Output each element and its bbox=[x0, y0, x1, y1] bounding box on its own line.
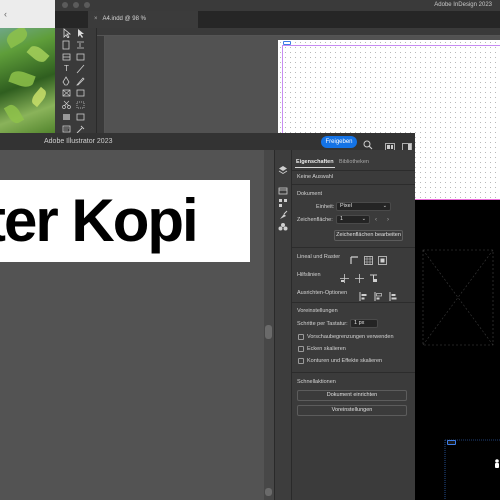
artboard-guides bbox=[422, 249, 500, 500]
rulers-grid-heading: Lineal und Raster bbox=[297, 254, 341, 260]
guides-heading: Hilfslinien bbox=[297, 272, 321, 278]
document-tab-label: A4.indd @ 98 % bbox=[102, 16, 146, 22]
search-icon[interactable] bbox=[363, 137, 373, 150]
tab-libraries[interactable]: Bibliotheken bbox=[339, 158, 369, 166]
preferences-heading: Voreinstellungen bbox=[297, 308, 338, 314]
vertical-ruler bbox=[97, 36, 105, 136]
divider bbox=[292, 372, 415, 373]
active-tab-indicator bbox=[295, 167, 335, 168]
selection-tool-icon[interactable] bbox=[61, 28, 72, 38]
gap-tool-icon[interactable] bbox=[75, 40, 86, 50]
layers-icon[interactable] bbox=[278, 162, 288, 174]
divider bbox=[292, 170, 415, 171]
free-transform-tool-icon[interactable] bbox=[75, 100, 86, 110]
content-placer-icon[interactable] bbox=[75, 52, 86, 62]
unit-select-value: Pixel bbox=[340, 203, 352, 209]
keyboard-increment-label: Schritte per Tastatur: bbox=[297, 321, 348, 327]
frame-handle[interactable] bbox=[283, 41, 291, 45]
no-selection-label: Keine Auswahl bbox=[297, 174, 334, 180]
rectangle-frame-tool-icon[interactable] bbox=[61, 88, 72, 98]
align-to-key-object-icon[interactable] bbox=[374, 288, 383, 301]
dark-artboard[interactable] bbox=[415, 200, 500, 500]
scale-corners-checkbox[interactable] bbox=[298, 346, 304, 352]
artboard-label: Zeichenfläche: bbox=[297, 217, 333, 223]
scrollbar-thumb[interactable] bbox=[265, 325, 272, 339]
divider bbox=[292, 302, 415, 303]
gradient-feather-tool-icon[interactable] bbox=[75, 112, 86, 122]
indesign-tools-panel: T bbox=[55, 28, 97, 136]
panel-toggle-icon[interactable] bbox=[402, 138, 412, 151]
show-guides-icon[interactable] bbox=[340, 270, 349, 283]
libraries-icon[interactable] bbox=[278, 183, 288, 195]
scrollbar-thumb-bottom[interactable] bbox=[265, 488, 272, 496]
indesign-titlebar bbox=[55, 0, 500, 11]
divider bbox=[292, 184, 415, 185]
chevron-down-icon: ⌄ bbox=[361, 216, 366, 222]
keyboard-increment-input[interactable]: 1 px bbox=[350, 319, 378, 328]
align-to-artboard-icon[interactable] bbox=[389, 288, 398, 301]
pen-tool-icon[interactable] bbox=[61, 76, 72, 86]
assets-icon[interactable] bbox=[278, 195, 288, 207]
align-to-selection-icon[interactable] bbox=[359, 288, 368, 301]
type-tool-icon[interactable]: T bbox=[61, 64, 72, 74]
document-tab[interactable]: × A4.indd @ 98 % bbox=[88, 11, 198, 28]
close-icon[interactable]: × bbox=[94, 16, 98, 22]
window-controls[interactable] bbox=[62, 2, 102, 9]
prev-artboard-icon[interactable]: ‹ bbox=[375, 216, 377, 224]
chevron-icon[interactable]: ‹ bbox=[4, 9, 14, 19]
symbols-icon[interactable] bbox=[278, 219, 288, 231]
preferences-button[interactable]: Voreinstellungen bbox=[297, 405, 407, 416]
scissors-tool-icon[interactable] bbox=[61, 100, 72, 110]
scale-strokes-checkbox[interactable] bbox=[298, 358, 304, 364]
edit-artboards-button[interactable]: Zeichenflächen bearbeiten bbox=[334, 230, 403, 241]
gradient-tool-icon[interactable] bbox=[61, 112, 72, 122]
indesign-app-title: Adobe InDesign 2023 bbox=[434, 2, 492, 8]
divider bbox=[292, 247, 415, 248]
selection-handle[interactable] bbox=[447, 440, 456, 445]
content-collector-icon[interactable] bbox=[61, 52, 72, 62]
unit-label: Einheit: bbox=[316, 204, 335, 210]
page-edge-guide bbox=[415, 199, 500, 200]
direct-selection-tool-icon[interactable] bbox=[75, 28, 86, 38]
next-artboard-icon[interactable]: › bbox=[387, 216, 389, 224]
scale-strokes-label: Konturen und Effekte skalieren bbox=[307, 358, 383, 364]
ruler-icon[interactable] bbox=[350, 252, 359, 264]
page-tool-icon[interactable] bbox=[61, 40, 72, 50]
artboard-select-value: 1 bbox=[340, 216, 344, 222]
unit-select[interactable]: Pixel ⌄ bbox=[336, 202, 391, 211]
preview-bounds-label: Vorschaubegrenzungen verwenden bbox=[307, 334, 394, 340]
lock-guides-icon[interactable] bbox=[355, 270, 364, 283]
cursor-icon bbox=[494, 459, 500, 469]
illustrator-artboard[interactable]: ter Kopi bbox=[0, 180, 250, 262]
illustrator-app-title: Adobe Illustrator 2023 bbox=[44, 138, 113, 145]
chevron-down-icon: ⌄ bbox=[382, 203, 387, 209]
grid-icon[interactable] bbox=[364, 252, 373, 265]
pencil-tool-icon[interactable] bbox=[75, 76, 86, 86]
horizontal-ruler bbox=[97, 28, 500, 36]
scale-corners-label: Ecken skalieren bbox=[307, 346, 346, 352]
align-options-heading: Ausrichten-Optionen bbox=[297, 290, 348, 296]
rectangle-tool-icon[interactable] bbox=[75, 88, 86, 98]
share-button[interactable]: Freigeben bbox=[321, 136, 357, 148]
pixel-grid-icon[interactable] bbox=[378, 252, 387, 265]
brushes-icon[interactable] bbox=[278, 207, 288, 219]
smart-guides-icon[interactable] bbox=[369, 270, 378, 282]
quick-actions-heading: Schnellaktionen bbox=[297, 379, 336, 385]
artboard-text[interactable]: ter Kopi bbox=[0, 184, 199, 258]
line-tool-icon[interactable] bbox=[75, 64, 86, 74]
tab-properties[interactable]: Eigenschaften bbox=[296, 158, 334, 166]
document-heading: Dokument bbox=[297, 191, 323, 197]
preview-bounds-checkbox[interactable] bbox=[298, 334, 304, 340]
artboard-select[interactable]: 1 ⌄ bbox=[336, 215, 370, 224]
document-setup-button[interactable]: Dokument einrichten bbox=[297, 390, 407, 401]
workspace-layout-icon[interactable] bbox=[385, 138, 395, 151]
